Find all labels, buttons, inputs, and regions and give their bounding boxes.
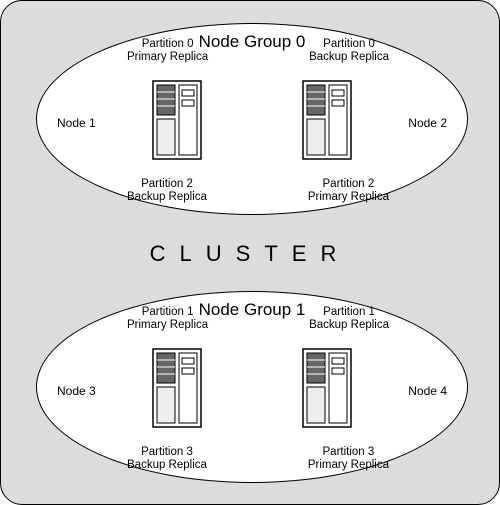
- server-icon: [152, 80, 202, 160]
- server-icon: [152, 348, 202, 428]
- partition-label: Partition 0 Primary Replica: [127, 38, 208, 64]
- cluster-label: CLUSTER: [1, 241, 499, 267]
- cluster-diagram: Node Group 0 Partition 0 Primary Replica…: [0, 0, 500, 505]
- node-group-1: Node Group 1 Partition 1 Primary Replica…: [36, 291, 468, 483]
- partition-label: Partition 1 Backup Replica: [309, 306, 389, 332]
- server-icon: [302, 80, 352, 160]
- partition-label: Partition 3 Backup Replica: [127, 446, 207, 472]
- node-label: Node 4: [408, 384, 447, 398]
- node-label: Node 1: [57, 116, 96, 130]
- server-icon: [302, 348, 352, 428]
- node-group-0: Node Group 0 Partition 0 Primary Replica…: [36, 23, 468, 215]
- node-group-title: Node Group 1: [199, 300, 306, 320]
- partition-label: Partition 1 Primary Replica: [127, 306, 208, 332]
- node-label: Node 2: [408, 116, 447, 130]
- node-label: Node 3: [57, 384, 96, 398]
- partition-label: Partition 3 Primary Replica: [308, 446, 389, 472]
- node-group-title: Node Group 0: [199, 32, 306, 52]
- partition-label: Partition 2 Backup Replica: [127, 178, 207, 204]
- partition-label: Partition 0 Backup Replica: [309, 38, 389, 64]
- partition-label: Partition 2 Primary Replica: [308, 178, 389, 204]
